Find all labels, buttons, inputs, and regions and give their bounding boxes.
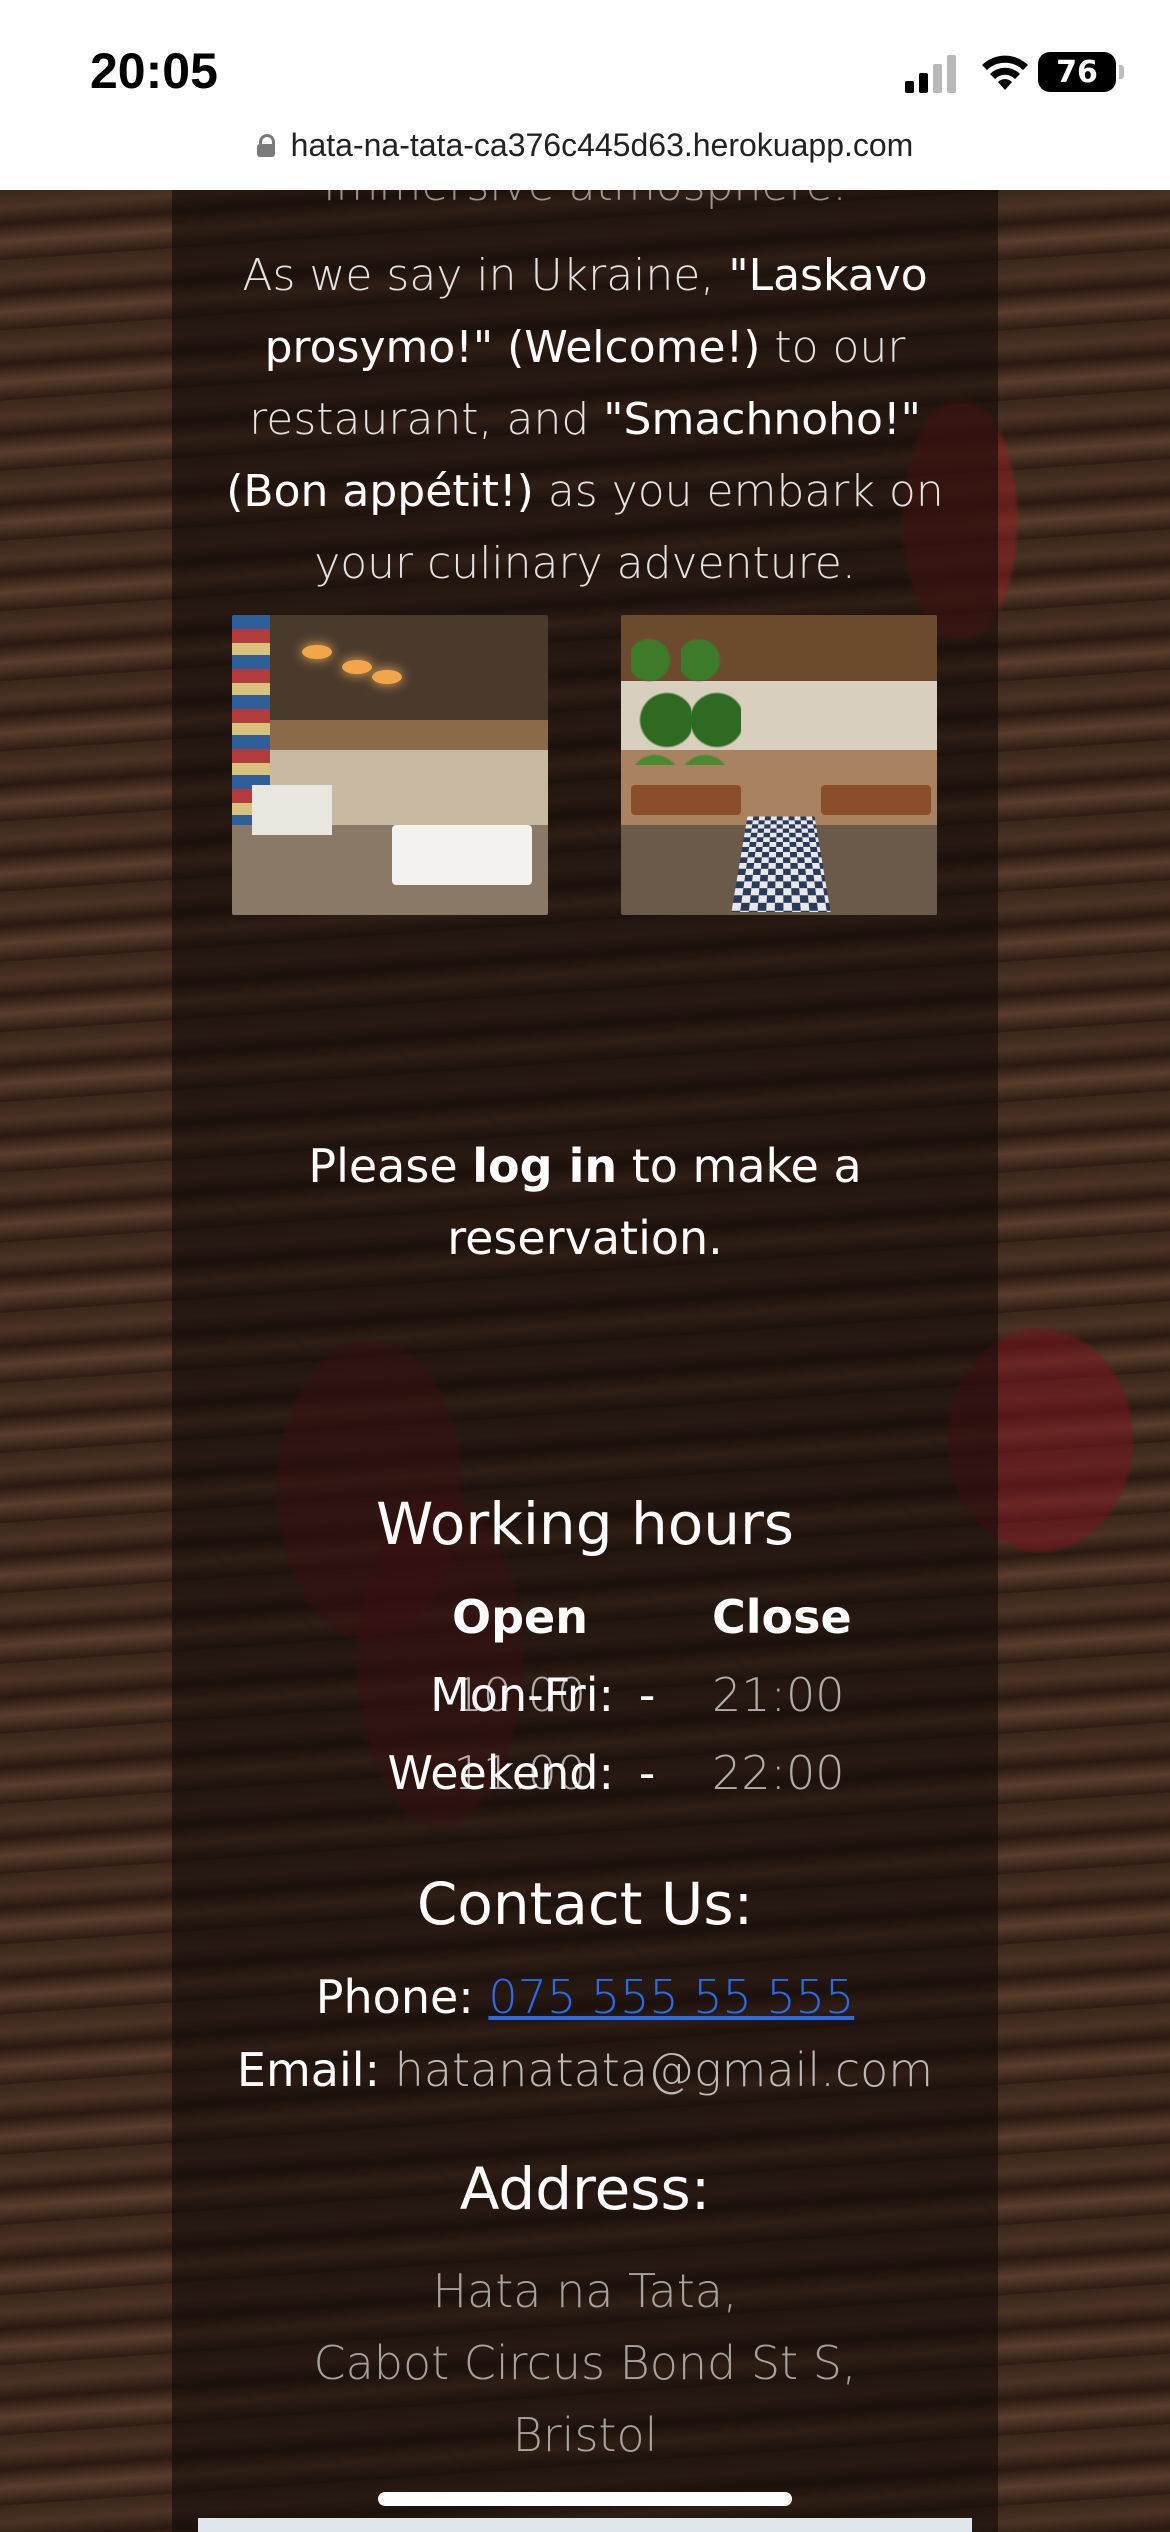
- address-line-1: Hata na Tata,: [432, 2264, 738, 2318]
- hours-close: 22:00: [712, 1746, 845, 1800]
- hours-dash: -: [638, 1746, 656, 1800]
- address-title: Address:: [459, 2155, 711, 2223]
- hours-header-row: Open Close: [172, 1590, 998, 1660]
- url-text: hata-na-tata-ca376c445d63.herokuapp.com: [290, 126, 914, 163]
- restaurant-photo-1: [232, 615, 548, 915]
- phone-label: Phone:: [315, 1970, 489, 2024]
- intro-paragraph: As we say in Ukraine, "Laskavo prosymo!"…: [172, 240, 998, 600]
- hours-row-weekdays: Mon-Fri: 10:00 - 21:00: [172, 1668, 998, 1738]
- close-header: Close: [712, 1590, 852, 1644]
- email-row: Email: hatanatata@gmail.com: [172, 2043, 998, 2097]
- cellular-signal-icon: [905, 55, 956, 93]
- hours-close: 21:00: [712, 1668, 845, 1722]
- email-label: Email:: [236, 2043, 395, 2097]
- open-header: Open: [452, 1590, 588, 1644]
- intro-faded-line: immersive atmosphere.: [323, 160, 847, 211]
- address-block: Hata na Tata, Cabot Circus Bond St S, Br…: [172, 2255, 998, 2471]
- intro-welcome: (Welcome!): [493, 322, 761, 373]
- hours-open: 10:00: [453, 1668, 586, 1722]
- address-line-3: Bristol: [512, 2408, 658, 2462]
- phone-link[interactable]: 075 555 55 555: [488, 1970, 854, 2024]
- battery-icon: 76: [1038, 52, 1124, 92]
- intro-smachnoho: "Smachnoho!": [603, 394, 921, 445]
- login-link[interactable]: log in: [472, 1139, 617, 1193]
- login-text-before: Please: [308, 1139, 473, 1193]
- home-indicator[interactable]: [378, 2492, 792, 2506]
- address-line-2: Cabot Circus Bond St S,: [313, 2336, 857, 2390]
- email-value: hatanatata@gmail.com: [394, 2043, 934, 2097]
- restaurant-photo-2: [621, 615, 937, 915]
- login-prompt: Please log in to make a reservation.: [172, 1130, 998, 1274]
- intro-text-1: As we say in Ukraine,: [242, 250, 729, 301]
- status-time: 20:05: [90, 43, 218, 99]
- lock-icon: [256, 134, 275, 157]
- hours-row-weekend: Weekend: 11:00 - 22:00: [172, 1746, 998, 1816]
- hours-dash: -: [638, 1668, 656, 1722]
- working-hours-title: Working hours: [375, 1490, 795, 1558]
- contact-title: Contact Us:: [416, 1870, 754, 1938]
- map-embed[interactable]: [198, 2518, 972, 2532]
- wifi-icon: [982, 55, 1028, 90]
- phone-row: Phone: 075 555 55 555: [172, 1970, 998, 2024]
- intro-bon-appetit: (Bon appétit!): [226, 466, 534, 517]
- hours-open: 11:00: [453, 1746, 586, 1800]
